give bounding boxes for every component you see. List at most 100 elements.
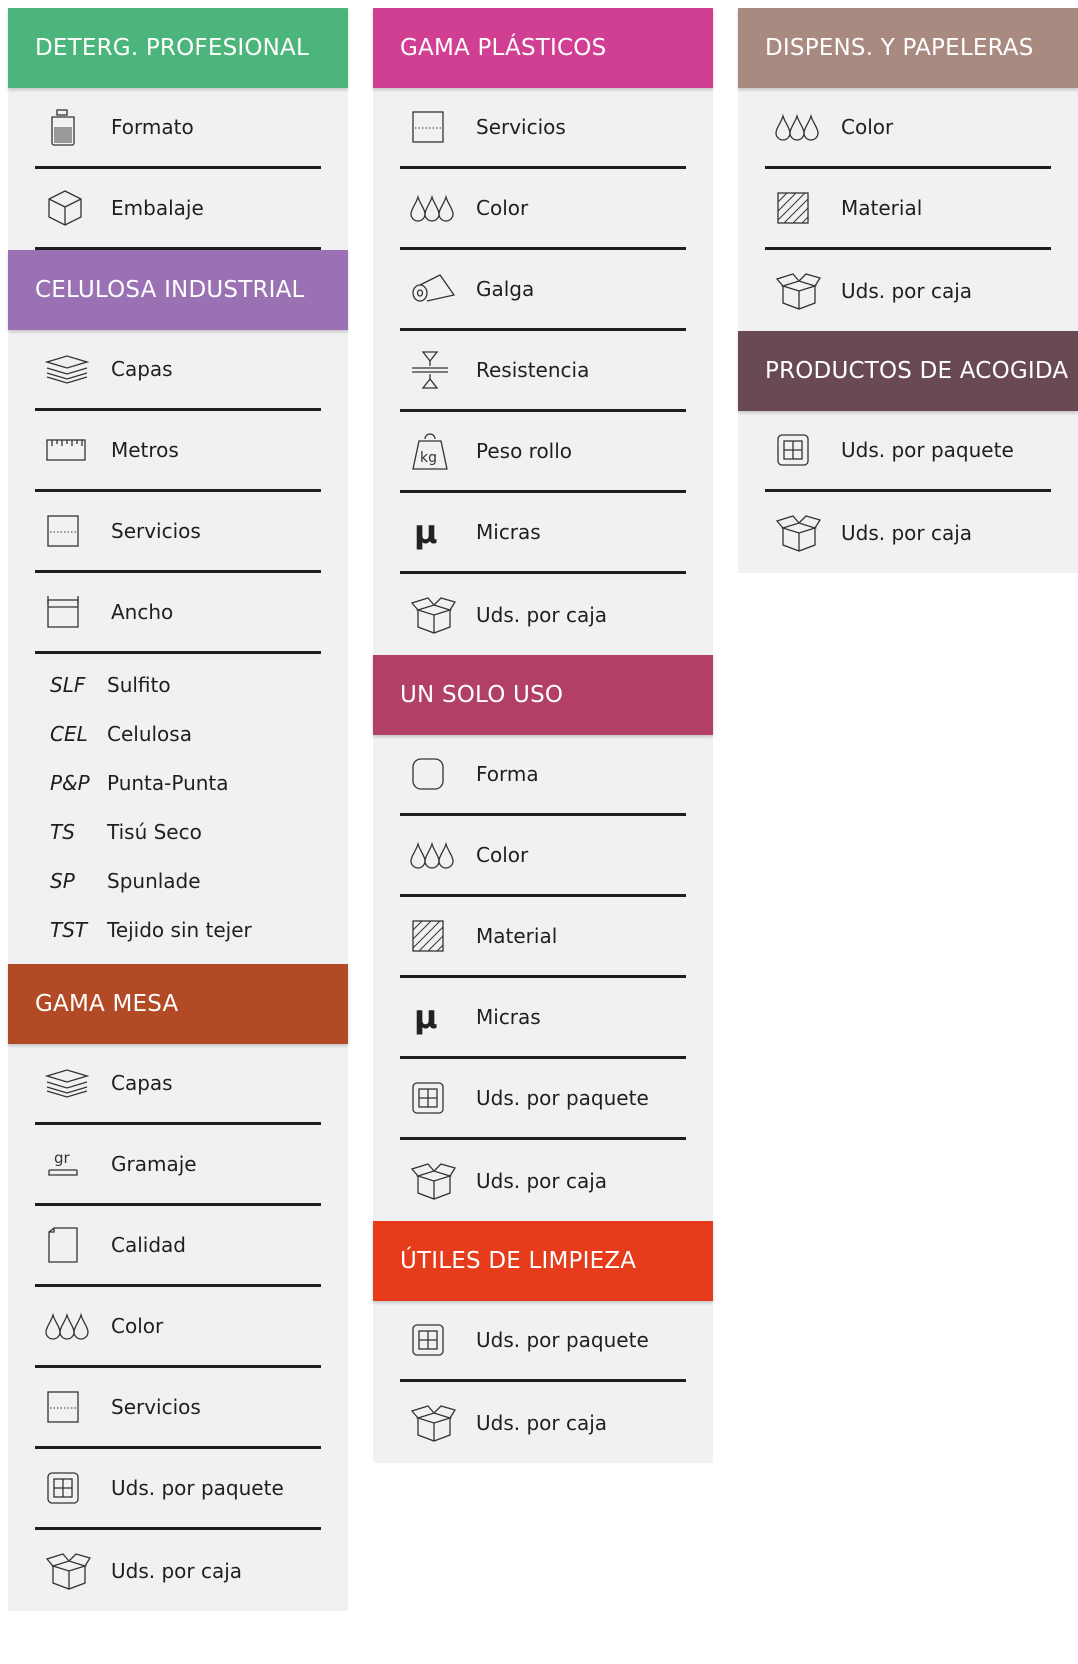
abbreviation-label: Tejido sin tejer — [107, 917, 252, 942]
micron-icon: μ — [400, 512, 476, 552]
spec-row: Uds. por paquete — [35, 1449, 321, 1530]
box-icon — [400, 1403, 476, 1443]
spec-row: Servicios — [35, 1368, 321, 1449]
section-title: UN SOLO USO — [373, 655, 713, 735]
abbreviation-row: SP Spunlade — [35, 856, 321, 905]
spec-label: Capas — [111, 357, 173, 381]
spec-row: Uds. por paquete — [400, 1059, 686, 1140]
section-title: ÚTILES DE LIMPIEZA — [373, 1221, 713, 1301]
section-title: CELULOSA INDUSTRIAL — [8, 250, 348, 330]
spec-label: Embalaje — [111, 196, 204, 220]
abbreviation-label: Sulfito — [107, 672, 171, 697]
column-2: GAMA PLÁSTICOS Servicios Color Galga Resist… — [373, 8, 713, 1463]
spec-row: Color — [35, 1287, 321, 1368]
spec-label: Metros — [111, 438, 179, 462]
spec-label: Calidad — [111, 1233, 186, 1257]
drops-icon — [400, 840, 476, 870]
sheet-icon — [35, 513, 111, 549]
spec-row: Uds. por caja — [35, 1530, 321, 1611]
material-icon — [765, 190, 841, 226]
package-icon — [400, 1080, 476, 1116]
spec-row: Capas — [35, 1044, 321, 1125]
sheet-icon — [400, 109, 476, 145]
spec-row: Color — [400, 169, 686, 250]
abbreviation-code: SP — [50, 868, 75, 893]
spec-row: Servicios — [400, 88, 686, 169]
section-utiles: ÚTILES DE LIMPIEZA Uds. por paquete Uds. … — [373, 1221, 713, 1463]
drops-icon — [400, 193, 476, 223]
section-acogida: PRODUCTOS DE ACOGIDA Uds. por paquete Uds… — [738, 331, 1078, 573]
box-icon — [400, 595, 476, 635]
spec-row: Galga — [400, 250, 686, 331]
section-deterg: DETERG. PROFESIONAL Formato Embalaje — [8, 8, 348, 250]
section-dispens: DISPENS. Y PAPELERAS Color Material Uds. p… — [738, 8, 1078, 331]
abbreviation-code: SLF — [50, 672, 86, 697]
spec-row: Uds. por caja — [765, 250, 1051, 331]
spec-label: Formato — [111, 115, 194, 139]
resistance-icon — [400, 348, 476, 392]
spec-label: Uds. por caja — [841, 278, 973, 303]
spec-label: Material — [841, 196, 923, 220]
spec-row: Color — [765, 88, 1051, 169]
section-title: GAMA PLÁSTICOS — [373, 8, 713, 88]
spec-row: Uds. por caja — [400, 1382, 686, 1463]
section-title: PRODUCTOS DE ACOGIDA — [738, 331, 1078, 411]
weight-icon: kg — [400, 429, 476, 473]
spec-label: Servicios — [476, 115, 566, 139]
spec-label: Gramaje — [111, 1152, 197, 1176]
spec-row: Capas — [35, 330, 321, 411]
spec-label: Color — [111, 1314, 164, 1338]
spec-row: Material — [400, 897, 686, 978]
spec-label: Uds. por paquete — [111, 1476, 284, 1500]
spec-label: Capas — [111, 1071, 173, 1095]
abbreviation-row: TST Tejido sin tejer — [35, 905, 321, 954]
svg-text:μ: μ — [414, 998, 438, 1036]
spec-row: Material — [765, 169, 1051, 250]
abbreviation-label: Punta-Punta — [107, 770, 229, 795]
section-title: DETERG. PROFESIONAL — [8, 8, 348, 88]
spec-label: Resistencia — [476, 358, 590, 382]
bottle-icon — [35, 107, 111, 147]
section-title: DISPENS. Y PAPELERAS — [738, 8, 1078, 88]
spec-row: Metros — [35, 411, 321, 492]
spec-label: Uds. por caja — [841, 520, 973, 545]
package-icon — [765, 432, 841, 468]
spec-row: μ Micras — [400, 978, 686, 1059]
abbreviation-row: TS Tisú Seco — [35, 807, 321, 856]
spec-row: Uds. por caja — [765, 492, 1051, 573]
box-icon — [765, 513, 841, 553]
abbreviation-label: Tisú Seco — [107, 819, 202, 844]
quality-icon — [35, 1225, 111, 1265]
abbreviation-code: TST — [50, 917, 88, 942]
section-celulosa: CELULOSA INDUSTRIAL Capas Metros Servicios… — [8, 250, 348, 964]
spec-label: Color — [476, 843, 529, 867]
spec-label: Galga — [476, 277, 535, 301]
spec-label: Servicios — [111, 519, 201, 543]
section-plasticos: GAMA PLÁSTICOS Servicios Color Galga Resist… — [373, 8, 713, 655]
spec-label: Peso rollo — [476, 439, 573, 463]
layers-icon — [35, 353, 111, 385]
section-solo-uso: UN SOLO USO Forma Color Material μ Micras Uds… — [373, 655, 713, 1221]
width-icon — [35, 594, 111, 630]
abbreviation-label: Celulosa — [107, 721, 192, 746]
package-icon — [400, 1322, 476, 1358]
ruler-icon — [35, 437, 111, 463]
abbreviation-code: CEL — [50, 721, 88, 746]
spec-label: Ancho — [111, 600, 174, 624]
spec-row: Ancho — [35, 573, 321, 654]
drops-icon — [35, 1311, 111, 1341]
section-mesa: GAMA MESA Capas gr Gramaje Calidad Color Serv… — [8, 964, 348, 1611]
spec-row: Uds. por caja — [400, 574, 686, 655]
spec-label: Uds. por caja — [476, 1168, 608, 1193]
spec-label: Servicios — [111, 1395, 201, 1419]
spec-row: Formato — [35, 88, 321, 169]
spec-label: Uds. por paquete — [476, 1328, 649, 1352]
column-3: DISPENS. Y PAPELERAS Color Material Uds. p… — [738, 8, 1078, 573]
spec-row: Calidad — [35, 1206, 321, 1287]
sheet-icon — [35, 1389, 111, 1425]
abbreviation-row: SLF Sulfito — [35, 660, 321, 709]
box-icon — [765, 271, 841, 311]
spec-label: Micras — [476, 520, 541, 544]
roll-icon — [400, 271, 476, 307]
material-icon — [400, 918, 476, 954]
